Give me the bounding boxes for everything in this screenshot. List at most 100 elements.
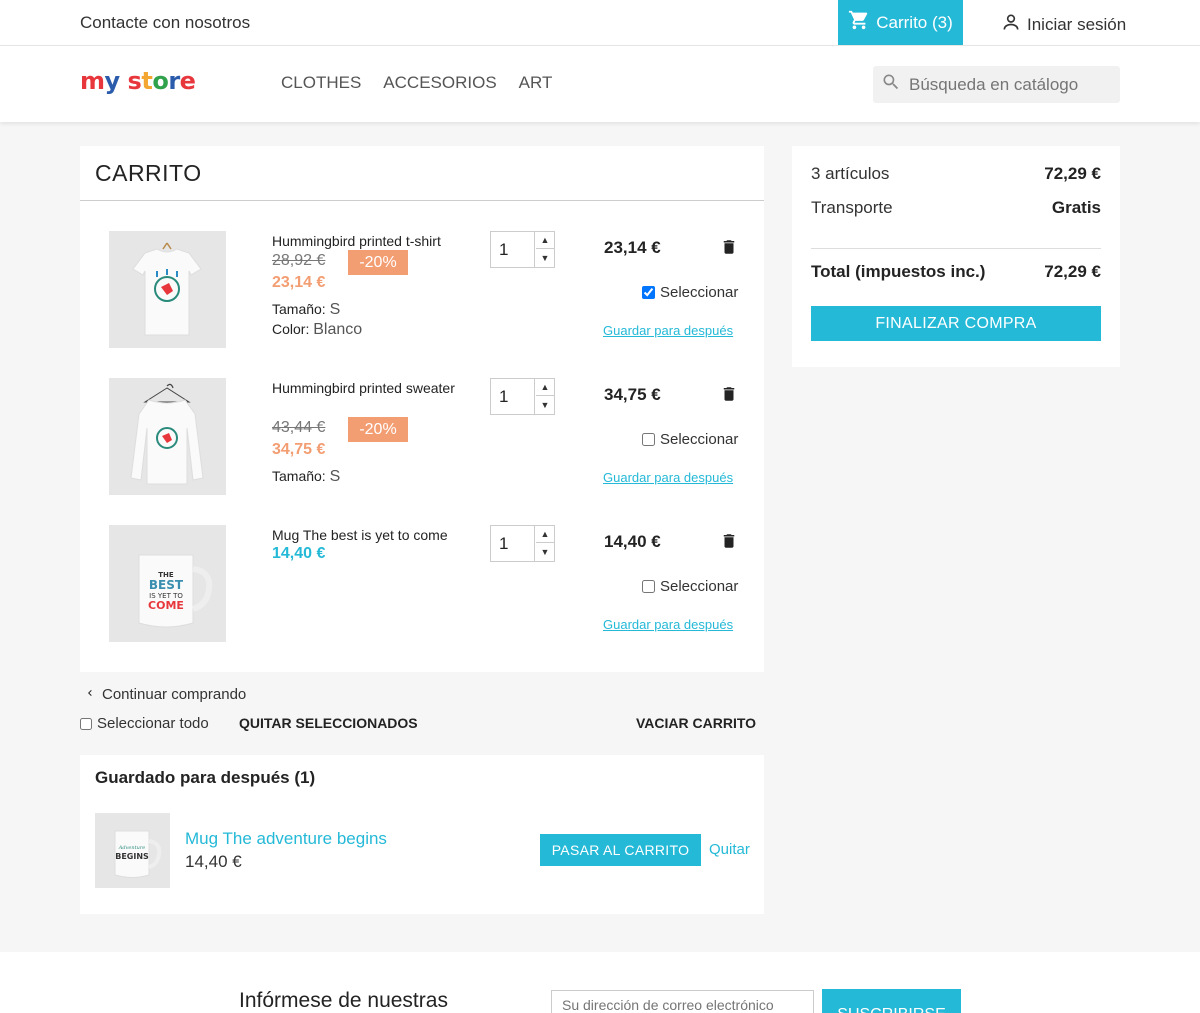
nav-item-clothes[interactable]: CLOTHES [281,73,361,93]
select-all-label: Seleccionar todo [97,715,209,732]
attr-label: Tamaño: [272,301,326,317]
newsletter-email-input[interactable] [551,990,814,1013]
trash-icon[interactable] [720,384,738,404]
line-total: 23,14 € [604,238,661,257]
summary-shipping-row: Transporte Gratis [811,198,1101,218]
svg-text:COME: COME [148,599,184,612]
chevron-up-icon[interactable]: ▲ [536,379,554,396]
saved-product-image[interactable]: Adventure BEGINS [95,813,170,888]
trash-icon[interactable] [720,531,738,551]
signin-label: Iniciar sesión [1027,14,1127,34]
cart-item: THE BEST IS YET TO COME Mug The best is … [80,525,764,665]
chevron-left-icon [84,686,96,703]
cart-button[interactable]: Carrito (3) [838,0,963,45]
product-attribute: Tamaño: S [272,301,340,319]
attr-value: Blanco [313,321,363,338]
user-icon [1001,12,1021,37]
line-total: 14,40 € [604,532,661,551]
cart-button-label: Carrito (3) [876,12,953,32]
save-for-later-link[interactable]: Guardar para después [603,617,733,632]
remove-selected-button[interactable]: QUITAR SELECCIONADOS [239,715,418,731]
select-label: Seleccionar [660,578,739,595]
saved-product-price: 14,40 € [185,852,242,871]
summary-total-value: 72,29 € [1044,262,1101,281]
select-label: Seleccionar [660,284,739,301]
saved-title: Guardado para después (1) [95,768,316,787]
select-checkbox[interactable] [642,286,655,299]
product-name[interactable]: Hummingbird printed t-shirt [272,231,467,251]
discount-badge: -20% [348,417,408,442]
select-all-checkbox[interactable] [80,717,92,730]
quantity-input[interactable] [491,526,535,561]
product-name[interactable]: Mug The best is yet to come [272,525,467,545]
chevron-up-icon[interactable]: ▲ [536,232,554,249]
newsletter-section: Infórmese de nuestras SUSCRIBIRSE [0,952,1200,1013]
trash-icon[interactable] [720,237,738,257]
product-image-sweater[interactable] [109,378,226,495]
chevron-down-icon[interactable]: ▼ [536,396,554,413]
continue-shopping-label: Continuar comprando [102,686,247,703]
product-attribute: Color: Blanco [272,321,362,339]
divider [80,200,764,201]
select-item[interactable]: Seleccionar [642,578,738,595]
store-logo[interactable]: my store [80,67,196,95]
product-price: 14,40 € [272,545,326,562]
summary-items-value: 72,29 € [1044,164,1101,183]
quantity-stepper: ▲ ▼ [490,231,555,268]
old-price: 43,44 € [272,419,326,436]
cart-icon [848,9,870,36]
save-for-later-link[interactable]: Guardar para después [603,470,733,485]
nav-item-accesorios[interactable]: ACCESORIOS [383,73,496,93]
remove-saved-link[interactable]: Quitar [709,841,750,858]
divider [811,248,1101,249]
select-item[interactable]: Seleccionar [642,284,738,301]
signin-link[interactable]: Iniciar sesión [1001,12,1126,37]
product-image-tshirt[interactable] [109,231,226,348]
summary-total-label: Total (impuestos inc.) [811,262,986,281]
product-price: 23,14 € [272,274,326,291]
top-bar: Contacte con nosotros Carrito (3) Inicia… [0,0,1200,46]
summary-total-row: Total (impuestos inc.) 72,29 € [811,262,1101,282]
subscribe-button[interactable]: SUSCRIBIRSE [822,989,961,1013]
cart-item: Hummingbird printed t-shirt 28,92 € -20%… [80,231,764,371]
attr-label: Tamaño: [272,468,326,484]
move-to-cart-button[interactable]: PASAR AL CARRITO [540,834,701,866]
search-input[interactable] [909,74,1109,95]
empty-cart-button[interactable]: VACIAR CARRITO [636,715,756,731]
summary-items-row: 3 artículos 72,29 € [811,164,1101,184]
svg-text:BEGINS: BEGINS [115,852,149,861]
select-item[interactable]: Seleccionar [642,431,738,448]
cart-summary: 3 artículos 72,29 € Transporte Gratis To… [792,146,1120,367]
chevron-down-icon[interactable]: ▼ [536,249,554,266]
save-for-later-link[interactable]: Guardar para después [603,323,733,338]
cart-item: Hummingbird printed sweater 43,44 € -20%… [80,378,764,518]
continue-shopping-link[interactable]: Continuar comprando [84,686,246,703]
attr-value: S [329,301,341,318]
main-nav: CLOTHES ACCESORIOS ART [281,73,552,93]
select-checkbox[interactable] [642,580,655,593]
quantity-input[interactable] [491,379,535,414]
line-total: 34,75 € [604,385,661,404]
select-label: Seleccionar [660,431,739,448]
product-image-mug[interactable]: THE BEST IS YET TO COME [109,525,226,642]
summary-shipping-value: Gratis [1051,198,1101,217]
chevron-up-icon[interactable]: ▲ [536,526,554,543]
newsletter-text: Infórmese de nuestras [239,989,448,1012]
quantity-stepper: ▲ ▼ [490,525,555,562]
nav-item-art[interactable]: ART [519,73,553,93]
attr-value: S [329,468,341,485]
product-name[interactable]: Hummingbird printed sweater [272,378,467,398]
cart-title: CARRITO [95,160,202,186]
search-icon[interactable] [881,72,901,97]
svg-text:Adventure: Adventure [118,845,145,851]
select-all[interactable]: Seleccionar todo [80,715,209,732]
select-checkbox[interactable] [642,433,655,446]
checkout-button[interactable]: FINALIZAR COMPRA [811,306,1101,341]
chevron-down-icon[interactable]: ▼ [536,543,554,560]
quantity-stepper: ▲ ▼ [490,378,555,415]
saved-product-name[interactable]: Mug The adventure begins [185,829,387,849]
contact-link[interactable]: Contacte con nosotros [80,13,250,33]
quantity-input[interactable] [491,232,535,267]
product-price: 34,75 € [272,441,326,458]
summary-shipping-label: Transporte [811,198,893,217]
